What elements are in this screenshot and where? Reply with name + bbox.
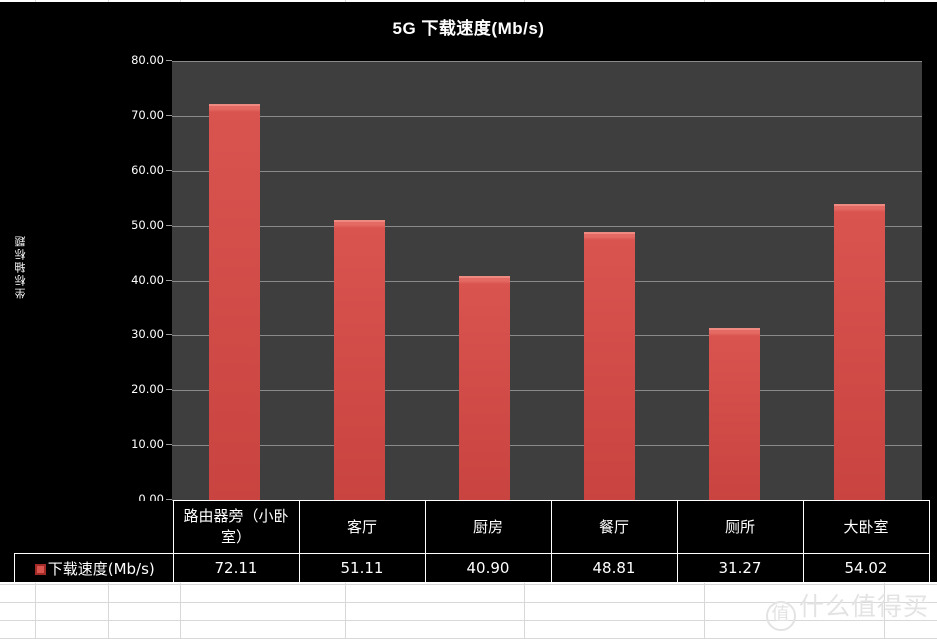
y-axis-tick-mark (166, 279, 172, 281)
watermark-text: 什么值得买 (798, 592, 929, 621)
table-cell-value: 51.11 (298, 553, 426, 583)
y-axis-tick-label: 70.00 (131, 107, 164, 122)
y-axis-tick-mark (166, 224, 172, 226)
table-cell-category: 厨房 (424, 500, 552, 554)
gridline (172, 445, 922, 447)
bar[interactable] (459, 275, 510, 500)
table-row-categories: 路由器旁（小卧室） 客厅 厨房 餐厅 厕所 大卧室 (14, 500, 930, 554)
table-cell-value: 31.27 (676, 553, 804, 583)
watermark-logo-icon: 值 (765, 601, 796, 631)
bar[interactable] (334, 219, 385, 500)
y-axis-tick-label: 50.00 (131, 217, 164, 232)
bar[interactable] (209, 104, 260, 500)
table-cell-value: 40.90 (424, 553, 552, 583)
legend-swatch-icon (34, 563, 46, 575)
legend-entry: 下载速度(Mb/s) (14, 553, 174, 583)
y-axis-tick-mark (166, 114, 172, 116)
gridline (172, 225, 922, 227)
plot-area (172, 61, 922, 501)
gridline (172, 170, 922, 172)
table-cell-category: 大卧室 (802, 500, 930, 554)
y-axis-tick-mark (166, 334, 172, 336)
y-axis-tick-mark (166, 169, 172, 171)
y-axis-tick-mark (166, 389, 172, 391)
chart-data-table: 路由器旁（小卧室） 客厅 厨房 餐厅 厕所 大卧室 下载速度(Mb/s) 72.11 51.… (14, 500, 930, 583)
site-watermark: 值什么值得买 (765, 592, 929, 631)
y-axis-tick-mark (166, 499, 172, 500)
category-row-spacer (14, 500, 173, 554)
legend-label: 下载速度(Mb/s) (47, 559, 155, 578)
y-axis-tick-label: 60.00 (131, 162, 164, 177)
table-cell-value: 48.81 (550, 553, 678, 583)
chart-object[interactable]: 5G 下载速度(Mb/s) 坐标轴标题 80.00 70.00 60.00 50.00… (0, 2, 937, 583)
table-cell-category: 路由器旁（小卧室） (172, 500, 300, 554)
table-cell-value: 72.11 (172, 553, 300, 583)
table-cell-category: 餐厅 (550, 500, 678, 554)
y-axis-tick-mark (166, 444, 172, 446)
bar[interactable] (584, 232, 635, 500)
y-axis-tick-label: 40.00 (131, 272, 164, 287)
y-axis-tick-mark (166, 60, 172, 61)
gridline (172, 390, 922, 392)
gridline (172, 115, 922, 117)
y-axis-tick-label: 10.00 (131, 437, 164, 452)
table-cell-category: 客厅 (298, 500, 426, 554)
table-cell-category: 厕所 (676, 500, 804, 554)
y-axis-title: 坐标轴标题 (15, 234, 27, 299)
gridline (172, 335, 922, 337)
y-axis-tick-label: 30.00 (131, 327, 164, 342)
y-axis-tick-label: 20.00 (131, 382, 164, 397)
table-cell-value: 54.02 (802, 553, 930, 583)
table-row-values: 下载速度(Mb/s) 72.11 51.11 40.90 48.81 31.27 54.0… (14, 553, 930, 583)
bar[interactable] (834, 203, 885, 500)
gridline (172, 280, 922, 282)
y-axis-tick-labels: 80.00 70.00 60.00 50.00 40.00 30.00 20.00 10.00… (100, 2, 164, 582)
bar[interactable] (709, 328, 760, 500)
spreadsheet-row-divider (0, 584, 937, 585)
y-axis-tick-label: 80.00 (131, 53, 164, 67)
